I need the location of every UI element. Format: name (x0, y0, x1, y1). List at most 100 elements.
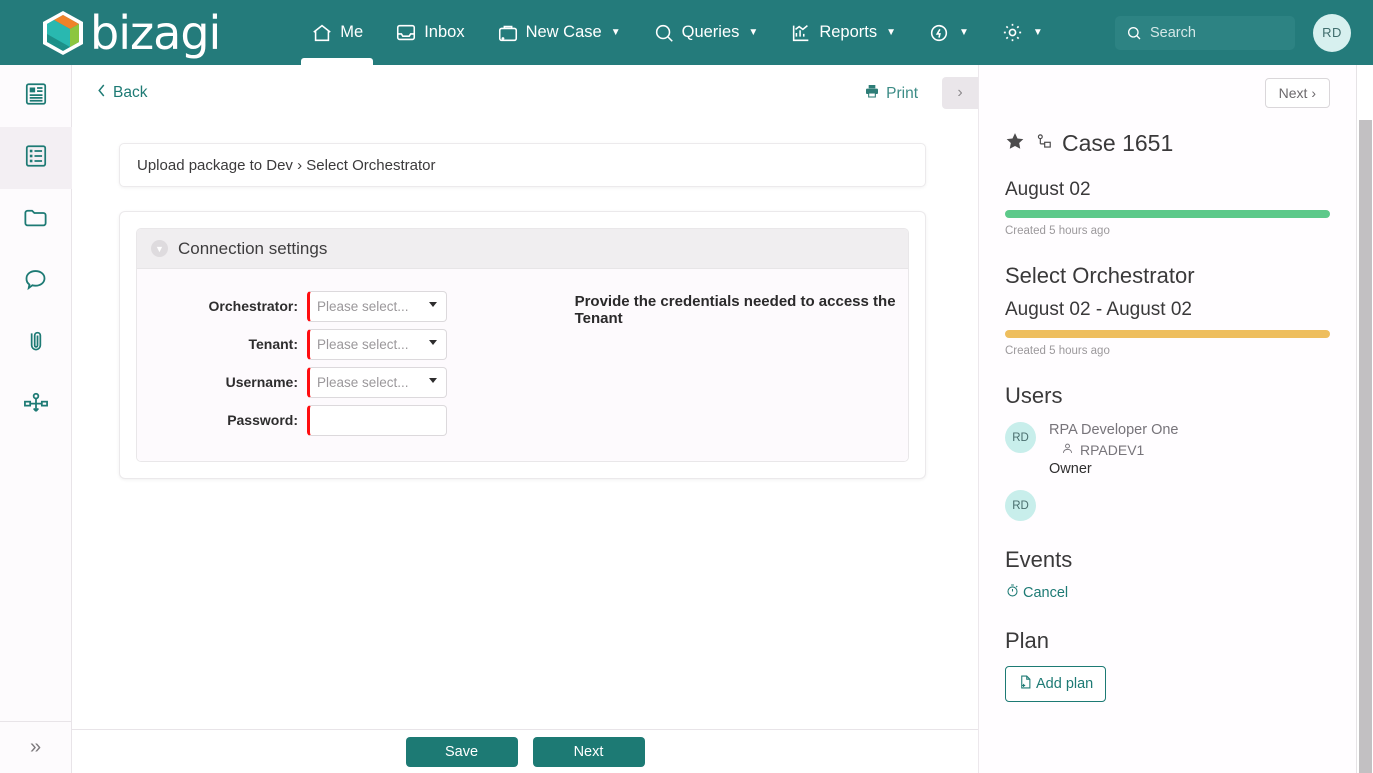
next-top-button[interactable]: Next › (1264, 78, 1330, 108)
stage-1-note: Created 5 hours ago (1005, 225, 1110, 237)
collapse-panel-button[interactable]: › (942, 77, 978, 109)
rail-item-documents[interactable] (0, 189, 72, 251)
orchestrator-placeholder: Please select... (317, 298, 409, 314)
breadcrumb: Upload package to Dev › Select Orchestra… (119, 143, 926, 187)
next-top-row: Next › (1005, 65, 1330, 108)
stage-2-progress-bar (1005, 330, 1330, 338)
search-icon (1126, 25, 1142, 41)
person-icon (1061, 442, 1074, 458)
user-info: RPA Developer One RPADEV1 Owner (1049, 422, 1179, 477)
home-icon (311, 22, 333, 44)
chevron-down-icon: ▼ (748, 27, 759, 38)
tenant-placeholder: Please select... (317, 336, 409, 352)
top-navigation-bar: bizagi Me Inbox New Case ▼ Queries ▼ Rep… (0, 0, 1373, 65)
rail-item-summary[interactable] (0, 65, 72, 127)
field-list: Orchestrator: Please select... Tenant: P… (137, 287, 535, 439)
brand-logo[interactable]: bizagi (42, 5, 221, 60)
save-button[interactable]: Save (405, 736, 518, 767)
chevron-down-icon: ▼ (886, 27, 896, 38)
stage-2-note: Created 5 hours ago (1005, 345, 1110, 357)
stage-2-date: August 02 - August 02 (1005, 299, 1192, 320)
page-scrollbar-track[interactable] (1356, 65, 1373, 773)
list-item[interactable]: RD (1005, 490, 1330, 521)
field-row-tenant: Tenant: Please select... (137, 325, 535, 363)
page-scrollbar-thumb[interactable] (1359, 120, 1372, 773)
chevron-down-icon[interactable]: ▼ (151, 240, 168, 257)
document-plus-icon (1018, 674, 1033, 694)
folder-icon (22, 204, 49, 236)
field-row-password: Password: (137, 401, 535, 439)
stopwatch-icon (1005, 583, 1020, 602)
refresh-bolt-icon (928, 22, 950, 44)
nav-item-settings[interactable]: ▼ (985, 0, 1059, 65)
nav-label-queries: Queries (681, 23, 740, 41)
user-avatar[interactable]: RD (1313, 13, 1351, 52)
rail-item-comments[interactable] (0, 251, 72, 313)
label-tenant: Tenant: (248, 336, 298, 352)
users-heading: Users (1005, 383, 1063, 408)
tenant-select[interactable]: Please select... (307, 328, 447, 360)
avatar: RD (1005, 422, 1036, 453)
chevron-down-icon (429, 377, 437, 383)
left-icon-rail: » (0, 65, 72, 773)
password-input[interactable] (307, 404, 447, 436)
nav-item-reports[interactable]: Reports ▼ (774, 0, 912, 65)
breadcrumb-text: Upload package to Dev › Select Orchestra… (137, 156, 436, 174)
user-login-text: RPADEV1 (1080, 442, 1145, 458)
avatar: RD (1005, 490, 1036, 521)
orchestrator-select[interactable]: Please select... (307, 290, 447, 322)
add-plan-label: Add plan (1036, 676, 1094, 692)
connection-settings-header[interactable]: ▼ Connection settings (137, 229, 908, 269)
gear-icon (1001, 21, 1024, 44)
back-button[interactable]: Back (96, 83, 147, 103)
rail-expand-button[interactable]: » (0, 721, 72, 773)
print-label: Print (886, 84, 918, 102)
case-details-panel: Next › Case 1651 August 02 Created 5 hou… (978, 65, 1356, 773)
chevron-down-icon: ▼ (610, 27, 621, 38)
comments-icon (22, 266, 49, 298)
username-select[interactable]: Please select... (307, 366, 447, 398)
rail-item-forms[interactable] (0, 127, 72, 189)
print-button[interactable]: Print (864, 83, 918, 104)
label-orchestrator: Orchestrator: (208, 298, 298, 314)
process-diagram-icon (22, 390, 50, 423)
nav-label-inbox: Inbox (424, 23, 465, 41)
chevron-down-icon: ▼ (1032, 27, 1043, 38)
add-plan-button[interactable]: Add plan (1005, 666, 1107, 702)
process-node-icon (1034, 130, 1053, 157)
attachments-icon (23, 329, 49, 360)
next-button[interactable]: Next (532, 736, 645, 767)
field-row-username: Username: Please select... (137, 363, 535, 401)
plan-heading: Plan (1005, 628, 1050, 653)
panel-title: Connection settings (178, 238, 328, 258)
form-container: ▼ Connection settings Orchestrator: Plea… (119, 211, 926, 479)
nav-item-automation[interactable]: ▼ (912, 0, 985, 65)
events-heading: Events (1005, 547, 1073, 572)
event-cancel-button[interactable]: Cancel (1005, 583, 1330, 602)
nav-item-me[interactable]: Me (295, 0, 379, 65)
rail-item-process-diagram[interactable] (0, 375, 72, 437)
inbox-icon (395, 22, 417, 44)
field-row-orchestrator: Orchestrator: Please select... (137, 287, 535, 325)
brand-wordmark: bizagi (90, 5, 221, 60)
form-action-bar: Save Next (72, 729, 978, 773)
nav-item-inbox[interactable]: Inbox (379, 0, 480, 65)
search-input[interactable] (1150, 24, 1284, 41)
summary-icon (23, 81, 49, 112)
nav-item-queries[interactable]: Queries ▼ (637, 0, 775, 65)
user-login-row: RPADEV1 (1049, 442, 1179, 458)
form-toolbar: Back Print › (72, 65, 978, 121)
global-search[interactable] (1115, 15, 1295, 50)
rail-item-attachments[interactable] (0, 313, 72, 375)
nav-item-new-case[interactable]: New Case ▼ (481, 0, 637, 65)
list-item[interactable]: RD RPA Developer One RPADEV1 Owner (1005, 422, 1330, 477)
bizagi-hexagon-icon (42, 10, 84, 56)
chart-icon (790, 22, 812, 44)
printer-icon (864, 83, 880, 104)
chevron-left-icon (96, 83, 107, 103)
nav-label-new-case: New Case (525, 23, 602, 41)
star-icon[interactable] (1005, 130, 1025, 157)
briefcase-plus-icon (497, 22, 519, 44)
case-form-pane: Back Print › Upload package to Dev › Sel… (72, 65, 978, 773)
search-icon (653, 22, 675, 44)
